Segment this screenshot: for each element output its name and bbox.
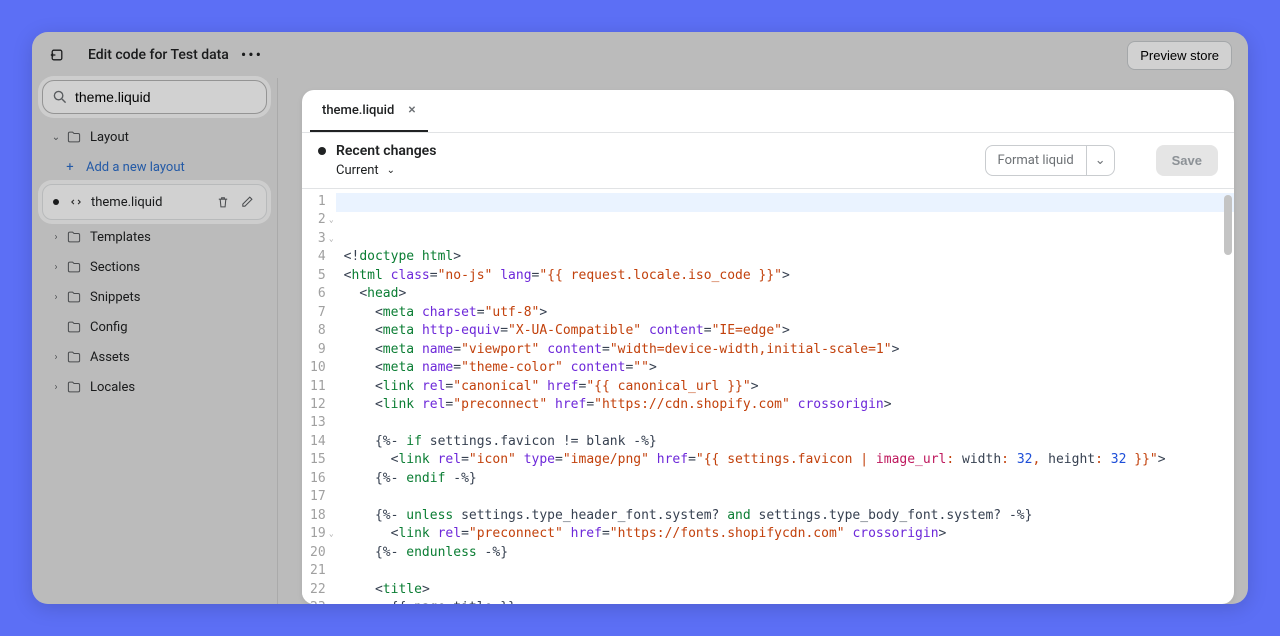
code-editor[interactable]: 12⌄3⌄45678910111213141516171819⌄20212223…: [302, 189, 1234, 604]
search-input-wrap[interactable]: [42, 80, 267, 114]
sidebar-group-snippets[interactable]: › Snippets: [38, 282, 271, 312]
folder-icon: [66, 259, 82, 275]
recent-changes-label: Recent changes: [336, 143, 436, 159]
format-liquid-label: Format liquid: [986, 146, 1086, 175]
sidebar-group-label: Assets: [90, 350, 130, 365]
chevron-down-icon: ⌄: [50, 132, 62, 143]
folder-icon: [66, 319, 82, 335]
exit-icon[interactable]: [48, 46, 66, 64]
sidebar-group-label: Templates: [90, 230, 151, 245]
unsaved-dot-icon: [318, 147, 326, 155]
chevron-down-icon: ⌄: [387, 165, 395, 176]
edit-icon[interactable]: [238, 193, 256, 211]
sidebar-file-theme-liquid[interactable]: theme.liquid: [42, 184, 267, 220]
format-liquid-button[interactable]: Format liquid ⌄: [985, 145, 1115, 176]
search-input[interactable]: [75, 89, 256, 105]
unsaved-dot-icon: [53, 199, 59, 205]
editor-subheader: Recent changes Current ⌄ Format liquid ⌄…: [302, 133, 1234, 189]
chevron-right-icon: ›: [50, 352, 62, 363]
sidebar-group-label: Sections: [90, 260, 140, 275]
folder-icon: [66, 349, 82, 365]
version-select[interactable]: Current ⌄: [336, 163, 436, 178]
tab-strip: theme.liquid ×: [302, 90, 1234, 133]
app-window: Edit code for Test data ••• Preview stor…: [32, 32, 1248, 604]
more-icon[interactable]: •••: [241, 47, 263, 63]
editor-panel: theme.liquid × Recent changes Current ⌄: [278, 78, 1248, 604]
sidebar: ⌄ Layout + Add a new layout theme.liquid…: [32, 78, 278, 604]
chevron-right-icon: ›: [50, 292, 62, 303]
folder-icon: [66, 129, 82, 145]
add-layout-label: Add a new layout: [86, 160, 185, 175]
chevron-right-icon: ›: [50, 382, 62, 393]
scrollbar-thumb[interactable]: [1224, 195, 1232, 255]
chevron-right-icon: ›: [50, 232, 62, 243]
page-title: Edit code for Test data: [88, 47, 229, 63]
save-button[interactable]: Save: [1156, 145, 1218, 176]
sidebar-group-layout[interactable]: ⌄ Layout: [38, 122, 271, 152]
close-tab-icon[interactable]: ×: [408, 102, 415, 118]
sidebar-group-locales[interactable]: › Locales: [38, 372, 271, 402]
plus-icon: +: [62, 159, 78, 175]
preview-store-button[interactable]: Preview store: [1127, 41, 1232, 70]
current-version-label: Current: [336, 163, 379, 178]
code-file-icon: [69, 195, 83, 209]
current-line-highlight: [336, 193, 1234, 212]
tab-label: theme.liquid: [322, 103, 394, 118]
delete-icon[interactable]: [214, 193, 232, 211]
sidebar-group-sections[interactable]: › Sections: [38, 252, 271, 282]
sidebar-group-label: Layout: [90, 130, 129, 145]
folder-icon: [66, 289, 82, 305]
line-gutter: 12⌄3⌄45678910111213141516171819⌄20212223…: [302, 189, 336, 604]
folder-icon: [66, 379, 82, 395]
topbar: Edit code for Test data ••• Preview stor…: [32, 32, 1248, 78]
code-content[interactable]: <!doctype html><html class="no-js" lang=…: [336, 189, 1234, 604]
folder-icon: [66, 229, 82, 245]
sidebar-group-label: Snippets: [90, 290, 141, 305]
sidebar-group-templates[interactable]: › Templates: [38, 222, 271, 252]
add-layout-button[interactable]: + Add a new layout: [38, 152, 271, 182]
sidebar-group-label: Locales: [90, 380, 135, 395]
sidebar-group-label: Config: [90, 320, 128, 335]
search-icon: [53, 90, 67, 104]
sidebar-group-assets[interactable]: › Assets: [38, 342, 271, 372]
tab-theme-liquid[interactable]: theme.liquid ×: [310, 90, 428, 132]
chevron-right-icon: ›: [50, 262, 62, 273]
sidebar-file-label: theme.liquid: [91, 195, 208, 210]
sidebar-group-config[interactable]: › Config: [38, 312, 271, 342]
chevron-down-icon[interactable]: ⌄: [1086, 146, 1114, 175]
